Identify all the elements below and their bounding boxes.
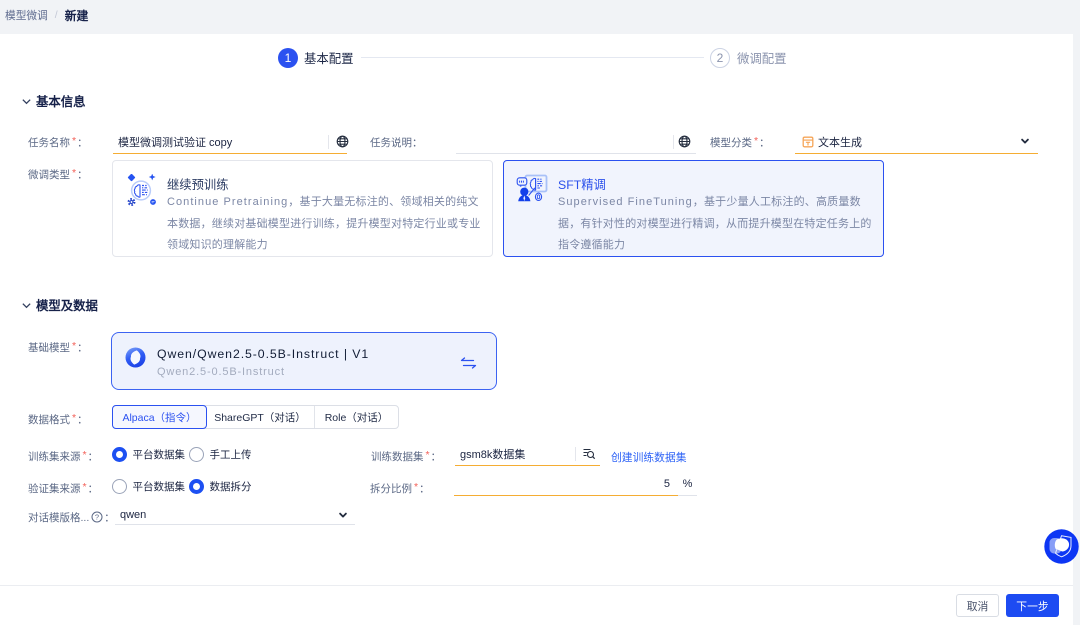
svg-text:?: ? (95, 512, 99, 521)
